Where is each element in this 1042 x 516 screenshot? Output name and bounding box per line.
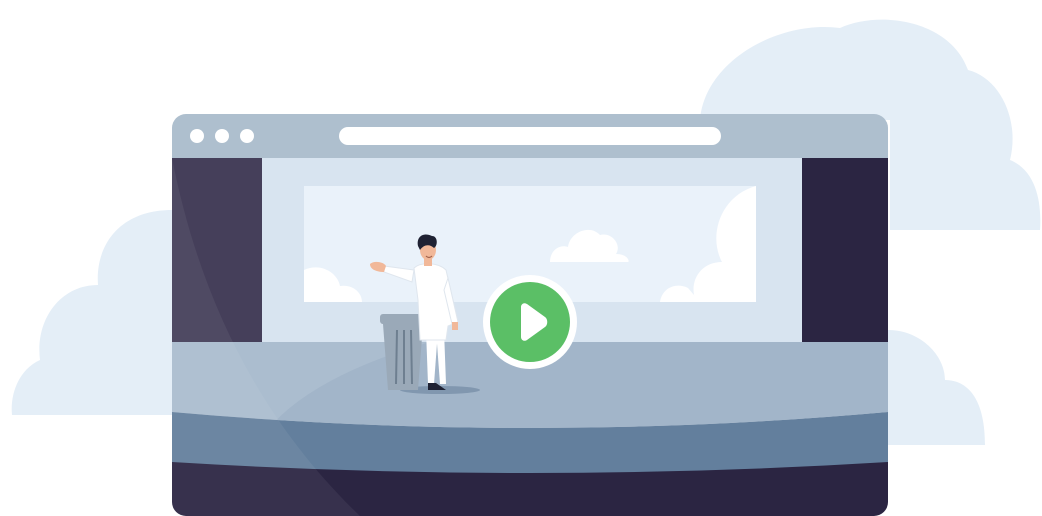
video-illustration — [0, 0, 1042, 516]
cloud-left — [11, 210, 172, 415]
window-dot-icon — [190, 129, 204, 143]
curtain-right — [802, 158, 888, 358]
cloud-right-bottom — [888, 330, 985, 445]
window-controls — [190, 129, 254, 143]
window-dot-icon — [240, 129, 254, 143]
illustration-canvas — [11, 19, 1041, 516]
address-bar — [339, 127, 721, 145]
window-dot-icon — [215, 129, 229, 143]
play-button[interactable] — [483, 275, 577, 369]
